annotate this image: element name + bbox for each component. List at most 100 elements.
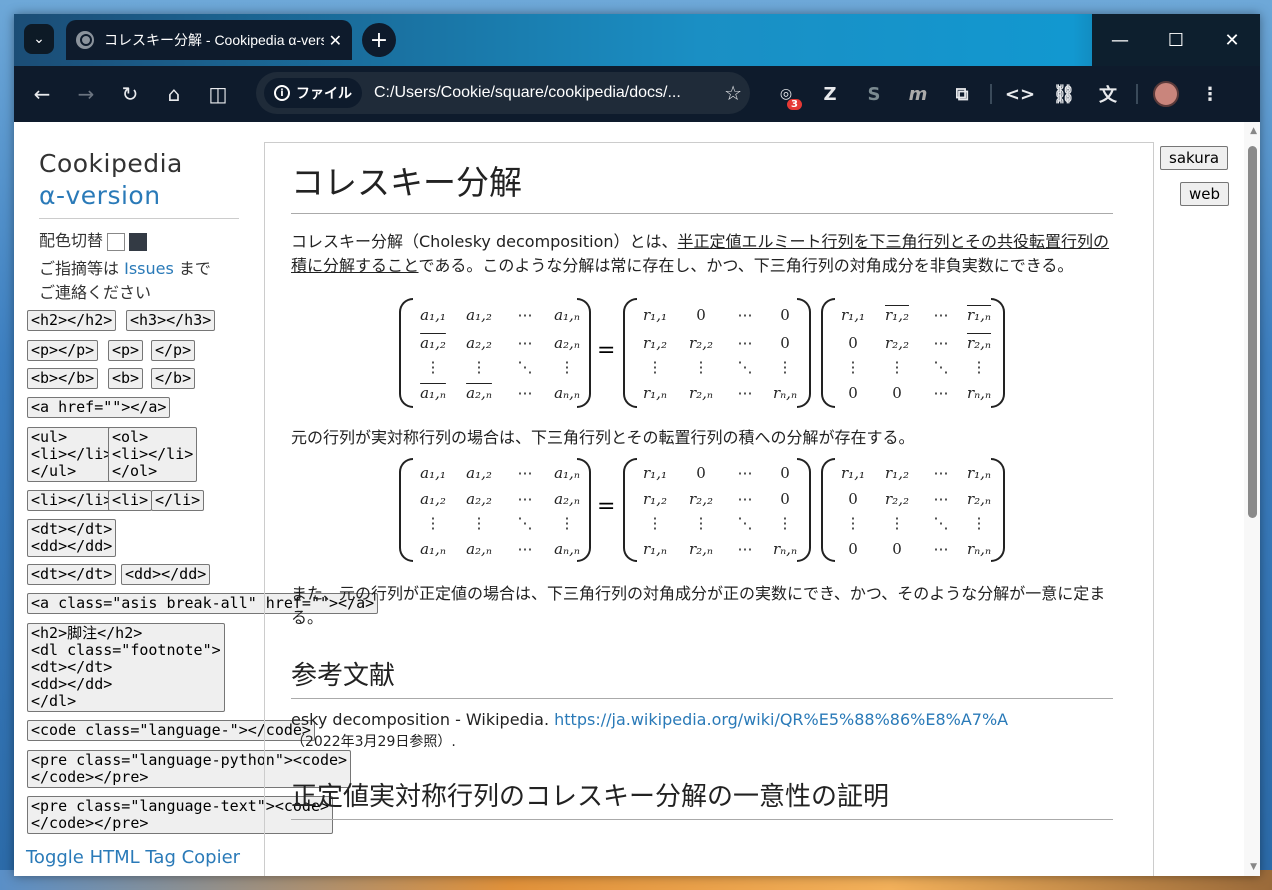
file-label: ファイル bbox=[296, 86, 352, 102]
scroll-up-icon[interactable]: ▲ bbox=[1250, 126, 1257, 136]
copy-li-close-button[interactable]: </li> bbox=[151, 490, 205, 511]
matrix-r-sym: r₁,₁ 0 ⋯ 0 r₁,₂ r₂,₂ ⋯ 0 ⋮ ⋮ ⋱ ⋮ r₁,ₙ r₂,ₙ ⋯ rₙ,ₙ bbox=[623, 458, 811, 562]
copy-p-close-button[interactable]: </p> bbox=[151, 340, 196, 361]
divider bbox=[39, 218, 239, 219]
equals-sign: = bbox=[597, 338, 616, 363]
matrix-r-transpose: r₁,₁ r₁,₂ ⋯ r₁,ₙ 0 r₂,₂ ⋯ r₂,ₙ ⋮ ⋮ ⋱ ⋮ 0 0 ⋯ rₙ,ₙ bbox=[821, 458, 1005, 562]
intro-suffix: である。このような分解は常に存在し、かつ、下三角行列の対角成分を非負実数にできる… bbox=[418, 256, 1074, 275]
address-bar[interactable]: i ファイル C:/Users/Cookie/square/cookipedia… bbox=[256, 72, 750, 114]
copy-p-open-button[interactable]: <p> bbox=[108, 340, 144, 361]
light-theme-button[interactable] bbox=[107, 232, 126, 251]
tab-active[interactable]: コレスキー分解 - Cookipedia α-version ✕ bbox=[66, 20, 352, 60]
copy-h3-button[interactable]: <h3></h3> bbox=[126, 310, 216, 331]
chevron-down-icon: ⌄ bbox=[33, 31, 45, 47]
scroll-down-icon[interactable]: ▼ bbox=[1250, 862, 1257, 872]
equation-hermitian: a₁,₁ a₁,₂ ⋯ a₁,ₙ a₁,₂ a₂,₂ ⋯ a₂,ₙ ⋮ ⋮ ⋱ ⋮ a₁,ₙ a₂,… bbox=[291, 298, 1127, 418]
reference-date: （2022年3月29日参照）. bbox=[291, 734, 456, 750]
intro-paragraph: コレスキー分解（Cholesky decomposition）とは、半正定値エル… bbox=[291, 230, 1113, 278]
reload-button[interactable]: ↻ bbox=[108, 74, 152, 114]
scrollbar-thumb[interactable] bbox=[1248, 146, 1257, 518]
intro-prefix: コレスキー分解（Cholesky decomposition）とは、 bbox=[291, 232, 678, 251]
site-info-chip[interactable]: i ファイル bbox=[264, 78, 362, 108]
sidebar: Cookipedia α-version 配色切替 ご指摘等は Issues ま… bbox=[39, 148, 239, 305]
tab-title: コレスキー分解 - Cookipedia α-version bbox=[104, 32, 324, 48]
globe-icon bbox=[76, 31, 94, 49]
home-button[interactable]: ⌂ bbox=[152, 74, 196, 114]
copy-dt-dd-button[interactable]: <dt></dt> <dd></dd> bbox=[27, 519, 117, 557]
references-heading: 参考文献 bbox=[291, 658, 1113, 699]
info-icon: i bbox=[274, 85, 290, 101]
page-title: コレスキー分解 bbox=[291, 161, 1113, 214]
copy-h2-button[interactable]: <h2></h2> bbox=[27, 310, 117, 331]
copy-ol-button[interactable]: <ol> <li></li> </ol> bbox=[108, 427, 198, 482]
forward-button[interactable]: → bbox=[64, 74, 108, 114]
translate-icon[interactable]: 文 bbox=[1086, 74, 1130, 114]
reference-title: esky decomposition - Wikipedia. bbox=[291, 710, 550, 729]
m-extension-icon[interactable]: m bbox=[896, 74, 940, 114]
copy-b-open-button[interactable]: <b> bbox=[108, 368, 144, 389]
reference-url-link[interactable]: https://ja.wikipedia.org/wiki/QR%E5%88%8… bbox=[554, 710, 1008, 729]
close-window-button[interactable]: ✕ bbox=[1204, 14, 1260, 66]
matrix-a: a₁,₁ a₁,₂ ⋯ a₁,ₙ a₁,₂ a₂,₂ ⋯ a₂,ₙ ⋮ ⋮ ⋱ ⋮ a₁,ₙ a₂,… bbox=[399, 298, 591, 408]
toolbar-divider bbox=[1136, 84, 1138, 104]
copy-b-close-button[interactable]: </b> bbox=[151, 368, 196, 389]
copy-a-href-button[interactable]: <a href=""></a> bbox=[27, 397, 171, 418]
link-icon[interactable]: ⛓ bbox=[1042, 74, 1086, 114]
article: コレスキー分解 コレスキー分解（Cholesky decomposition）と… bbox=[264, 142, 1154, 876]
browser-window: ⌄ コレスキー分解 - Cookipedia α-version ✕ + — ☐… bbox=[14, 14, 1260, 876]
avatar bbox=[1153, 81, 1179, 107]
feedback-text: ご指摘等は Issues まで bbox=[39, 257, 239, 281]
brand-subtitle[interactable]: α-version bbox=[39, 180, 239, 212]
more-menu-icon[interactable]: ⋮ bbox=[1188, 74, 1232, 114]
brand-title[interactable]: Cookipedia bbox=[39, 148, 239, 180]
close-tab-icon[interactable]: ✕ bbox=[329, 31, 342, 50]
window-controls: — ☐ ✕ bbox=[1092, 14, 1260, 66]
puzzle-extensions-icon[interactable]: ⧉ bbox=[940, 74, 984, 114]
matrix-r: r₁,₁ 0 ⋯ 0 r₁,₂ r₂,₂ ⋯ 0 ⋮ ⋮ ⋱ ⋮ r₁,ₙ r₂,ₙ ⋯ rₙ,ₙ bbox=[623, 298, 811, 408]
symmetric-paragraph: 元の行列が実対称行列の場合は、下三角行列とその転置行列の積への分解が存在する。 bbox=[291, 428, 915, 447]
bookmark-star-icon[interactable]: ☆ bbox=[724, 81, 742, 105]
extensions-area: ◎ 3 Z S m ⧉ <> ⛓ 文 ⋮ bbox=[764, 74, 1232, 114]
toggle-tag-copier-link[interactable]: Toggle HTML Tag Copier bbox=[26, 847, 240, 868]
copy-li-open-button[interactable]: <li> bbox=[108, 490, 153, 511]
sakura-button[interactable]: sakura bbox=[1160, 146, 1229, 170]
new-tab-button[interactable]: + bbox=[362, 23, 396, 57]
browser-toolbar: ← → ↻ ⌂ ◫ i ファイル C:/Users/Cookie/square/… bbox=[14, 66, 1260, 122]
plus-icon: + bbox=[369, 27, 389, 53]
copy-dt-button[interactable]: <dt></dt> bbox=[27, 564, 117, 585]
dark-theme-button[interactable] bbox=[129, 232, 148, 251]
color-switch-label: 配色切替 bbox=[39, 231, 104, 250]
reading-view-icon[interactable]: ◫ bbox=[196, 74, 240, 114]
devtools-icon[interactable]: <> bbox=[998, 74, 1042, 114]
profile-avatar[interactable] bbox=[1144, 74, 1188, 114]
copy-b-pair-button[interactable]: <b></b> bbox=[27, 368, 99, 389]
equation-symmetric: a₁,₁ a₁,₂ ⋯ a₁,ₙ a₁,₂ a₂,₂ ⋯ a₂,ₙ ⋮ ⋮ ⋱ ⋮ a₁,ₙ a₂,… bbox=[291, 458, 1127, 568]
page-scrollbar[interactable]: ▲ ▼ bbox=[1244, 122, 1260, 876]
z-extension-icon[interactable]: Z bbox=[808, 74, 852, 114]
web-button[interactable]: web bbox=[1180, 182, 1230, 206]
reference-item: esky decomposition - Wikipedia. https://… bbox=[291, 709, 1127, 731]
extension-badge-count: 3 bbox=[787, 99, 802, 110]
tab-search-button[interactable]: ⌄ bbox=[24, 24, 54, 54]
matrix-r-conj-transpose: r₁,₁ r₁,₂ ⋯ r₁,ₙ 0 r₂,₂ ⋯ r₂,ₙ ⋮ ⋮ ⋱ ⋮ 0 0 ⋯ rₙ,ₙ bbox=[821, 298, 1005, 408]
tab-bar: ⌄ コレスキー分解 - Cookipedia α-version ✕ + — ☐… bbox=[14, 14, 1260, 66]
copy-ul-button[interactable]: <ul> <li></li> </ul> bbox=[27, 427, 117, 482]
issues-link[interactable]: Issues bbox=[124, 259, 174, 278]
url-text[interactable]: C:/Users/Cookie/square/cookipedia/docs/.… bbox=[374, 84, 714, 102]
equals-sign: = bbox=[597, 494, 616, 519]
feedback-line2: ご連絡ください bbox=[39, 283, 152, 302]
minimize-button[interactable]: — bbox=[1092, 14, 1148, 66]
extension-badge-icon[interactable]: ◎ 3 bbox=[764, 74, 808, 114]
proof-heading: 正定値実対称行列のコレスキー分解の一意性の証明 bbox=[291, 779, 1113, 820]
maximize-button[interactable]: ☐ bbox=[1148, 14, 1204, 66]
s-extension-icon[interactable]: S bbox=[852, 74, 896, 114]
feedback-suffix: まで bbox=[178, 259, 211, 278]
back-button[interactable]: ← bbox=[20, 74, 64, 114]
feedback-prefix: ご指摘等は bbox=[39, 259, 120, 278]
color-switch-row: 配色切替 bbox=[39, 229, 239, 253]
copy-p-pair-button[interactable]: <p></p> bbox=[27, 340, 99, 361]
copy-li-pair-button[interactable]: <li></li> bbox=[27, 490, 117, 511]
copy-footnote-button[interactable]: <h2>脚注</h2> <dl class="footnote"> <dt></… bbox=[27, 623, 225, 712]
copy-dd-button[interactable]: <dd></dd> bbox=[121, 564, 211, 585]
matrix-a-sym: a₁,₁ a₁,₂ ⋯ a₁,ₙ a₁,₂ a₂,₂ ⋯ a₂,ₙ ⋮ ⋮ ⋱ ⋮ a₁,ₙ a₂,… bbox=[399, 458, 591, 562]
